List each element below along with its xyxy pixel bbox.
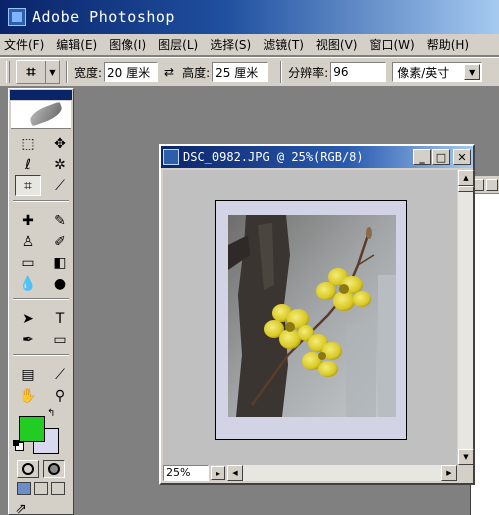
dodge-tool-icon[interactable]: ● [47, 273, 73, 294]
clone-stamp-tool-icon[interactable]: ♙ [15, 231, 41, 252]
healing-brush-tool-icon[interactable]: ✚ [15, 210, 41, 231]
standard-mode-icon [22, 463, 34, 475]
status-info-menu-arrow[interactable]: ▸ [211, 466, 225, 480]
hand-tool-icon[interactable]: ✋ [15, 385, 41, 406]
menu-layer[interactable]: 图层(L) [158, 36, 198, 53]
quick-mask-icon [48, 463, 60, 475]
resize-grip[interactable] [457, 465, 473, 481]
move-tool-icon[interactable]: ✥ [47, 133, 73, 154]
maximize-button[interactable]: □ [432, 149, 450, 165]
scroll-left-arrow-icon[interactable]: ◀ [227, 465, 243, 481]
zoom-level-field[interactable]: 25% [163, 465, 209, 481]
document-title: DSC_0982.JPG @ 25%(RGB/8) [183, 150, 364, 164]
full-screen-menu-mode-button[interactable] [33, 482, 48, 495]
default-colors-icon[interactable] [13, 440, 24, 451]
background-window-title-bar[interactable] [471, 176, 499, 194]
type-tool-icon[interactable]: T [47, 308, 73, 329]
menu-window[interactable]: 窗口(W) [369, 36, 414, 53]
tool-options-bar: ⌗ ▼ 宽度: ⇄ 高度: 分辨率: 像素/英寸 ▼ [0, 57, 499, 87]
menu-filter[interactable]: 滤镜(T) [263, 36, 304, 53]
scroll-right-arrow-icon[interactable]: ▶ [441, 465, 457, 481]
eraser-tool-icon[interactable]: ▭ [15, 252, 41, 273]
magic-wand-tool-icon[interactable]: ✲ [47, 154, 73, 175]
chevron-down-icon[interactable]: ▼ [464, 64, 481, 80]
jump-to-imageready-icon[interactable]: ⇗ [15, 501, 27, 515]
foreground-color-swatch[interactable] [19, 416, 45, 442]
toolbox-divider [13, 354, 69, 356]
eyedropper-tool-icon[interactable]: ⟋ [47, 364, 73, 385]
resolution-label: 分辨率: [288, 65, 329, 80]
background-window-button[interactable] [486, 179, 498, 191]
width-input[interactable] [104, 62, 159, 82]
slice-tool-icon[interactable]: ⟋ [47, 175, 73, 196]
vertical-scroll-thumb[interactable] [458, 186, 474, 192]
blur-tool-icon[interactable]: 💧 [15, 273, 41, 294]
photoshop-app-icon[interactable] [8, 8, 26, 26]
chevron-down-icon[interactable]: ▼ [45, 61, 59, 83]
document-status-bar: 25% ▸ ◀ ▶ [163, 465, 473, 481]
menu-image[interactable]: 图像(I) [109, 36, 146, 53]
app-title: Adobe Photoshop [32, 8, 175, 26]
vertical-scrollbar[interactable]: ▲ ▼ [457, 170, 474, 465]
height-label: 高度: [182, 65, 211, 80]
resolution-unit-value: 像素/英寸 [397, 65, 450, 80]
toolbox-title-bar[interactable] [10, 90, 72, 100]
menu-edit[interactable]: 编辑(E) [56, 36, 97, 53]
tool-preset-picker[interactable]: ⌗ ▼ [16, 60, 60, 84]
width-label: 宽度: [74, 65, 103, 80]
menu-select[interactable]: 选择(S) [210, 36, 251, 53]
menu-view[interactable]: 视图(V) [316, 36, 358, 53]
crop-tool-icon[interactable]: ⌗ [15, 175, 41, 196]
history-brush-tool-icon[interactable]: ✐ [47, 231, 73, 252]
horizontal-scrollbar[interactable]: ◀ ▶ [227, 465, 457, 481]
document-icon[interactable] [163, 149, 179, 165]
adobe-online-feather-icon[interactable] [11, 101, 71, 129]
full-screen-mode-button[interactable] [51, 482, 66, 495]
toolbox: ⬚ ✥ ℓ ✲ ⌗ ⟋ ✚ ✎ ♙ ✐ ▭ ◧ 💧 ● ➤ T ✒ ▭ ▤ ⟋ … [8, 88, 74, 515]
menu-file[interactable]: 文件(F) [4, 36, 44, 53]
swap-colors-icon[interactable]: ↰ [47, 408, 55, 419]
lasso-tool-icon[interactable]: ℓ [15, 154, 41, 175]
scroll-up-arrow-icon[interactable]: ▲ [458, 170, 474, 186]
shape-tool-icon[interactable]: ▭ [47, 329, 73, 350]
gradient-tool-icon[interactable]: ◧ [47, 252, 73, 273]
document-title-bar[interactable]: DSC_0982.JPG @ 25%(RGB/8) _ □ ✕ [161, 146, 473, 168]
app-title-bar[interactable]: Adobe Photoshop [0, 0, 499, 34]
marquee-tool-icon[interactable]: ⬚ [15, 133, 41, 154]
crop-icon: ⌗ [26, 62, 36, 81]
options-bar-grip[interactable] [6, 61, 10, 83]
scroll-down-arrow-icon[interactable]: ▼ [458, 449, 474, 465]
swap-dimensions-icon[interactable]: ⇄ [164, 65, 174, 79]
standard-screen-mode-button[interactable] [16, 482, 31, 495]
standard-mode-button[interactable] [17, 460, 39, 478]
brush-tool-icon[interactable]: ✎ [47, 210, 73, 231]
separator [280, 61, 283, 83]
photo-image[interactable] [228, 215, 396, 417]
menu-bar: 文件(F) 编辑(E) 图像(I) 图层(L) 选择(S) 滤镜(T) 视图(V… [0, 34, 499, 56]
resolution-input[interactable] [330, 62, 387, 82]
menu-help[interactable]: 帮助(H) [427, 36, 469, 53]
notes-tool-icon[interactable]: ▤ [15, 364, 41, 385]
minimize-button[interactable]: _ [413, 149, 431, 165]
canvas-frame [215, 200, 407, 440]
quick-mask-mode-button[interactable] [43, 460, 65, 478]
separator [66, 61, 68, 83]
resolution-unit-select[interactable]: 像素/英寸 ▼ [392, 62, 483, 82]
pen-tool-icon[interactable]: ✒ [15, 329, 41, 350]
close-button[interactable]: ✕ [453, 149, 471, 165]
path-selection-tool-icon[interactable]: ➤ [15, 308, 41, 329]
height-input[interactable] [212, 62, 269, 82]
color-picker-area: ↰ [13, 408, 69, 456]
toolbox-divider [13, 200, 69, 202]
wintersweet-photo [228, 215, 396, 417]
document-canvas[interactable] [163, 170, 457, 465]
document-window: DSC_0982.JPG @ 25%(RGB/8) _ □ ✕ ▲ ▼ 25% … [159, 144, 475, 485]
toolbox-divider [13, 298, 69, 300]
zoom-tool-icon[interactable]: ⚲ [47, 385, 73, 406]
